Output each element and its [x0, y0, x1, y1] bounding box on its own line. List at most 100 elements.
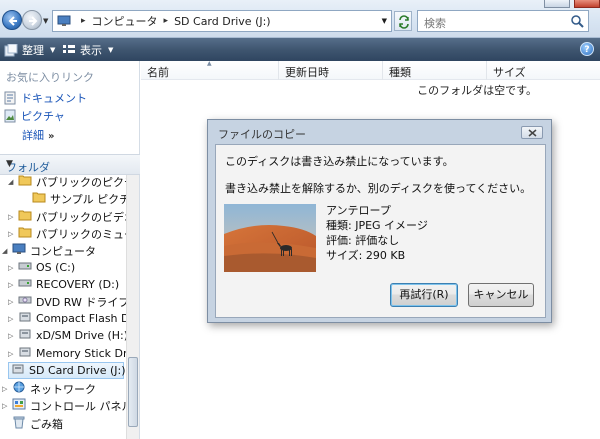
tree-item[interactable]: ▷ Memory Stick Drive: [8, 345, 126, 362]
favorites-more-label: 詳細: [22, 129, 44, 142]
recent-pages-chevron-icon[interactable]: ▼: [43, 17, 48, 25]
favorite-label: ピクチャ: [21, 110, 65, 123]
breadcrumb-sd-card[interactable]: SD Card Drive (J:): [174, 15, 271, 28]
forward-button[interactable]: [22, 10, 42, 30]
file-size: サイズ: 290 KB: [326, 249, 406, 262]
tree-collapsed-icon[interactable]: ▷: [8, 350, 16, 358]
address-dropdown-icon[interactable]: ▼: [382, 17, 387, 25]
drive-icon: [18, 260, 32, 275]
refresh-button[interactable]: [394, 11, 412, 31]
tree-item[interactable]: ▷ xD/SM Drive (H:): [8, 327, 126, 344]
help-button[interactable]: ?: [580, 42, 594, 56]
tree-item[interactable]: ▷ パブリックのミュージック: [8, 225, 126, 242]
tree-item-label: コンピュータ: [30, 244, 96, 258]
tree-collapsed-icon[interactable]: ▷: [8, 264, 16, 272]
maximize-button[interactable]: [544, 0, 570, 8]
file-details: アンテロープ 種類: JPEG イメージ 評価: 評価なし サイズ: 290 K…: [326, 203, 428, 263]
tree-item[interactable]: ▷ ネットワーク: [2, 380, 96, 397]
tree-item-label: Memory Stick Drive: [36, 347, 126, 360]
address-input[interactable]: ▸ コンピュータ ▸ SD Card Drive (J:) ▼: [52, 10, 392, 32]
tree-item-label: パブリックのミュージック: [36, 227, 126, 241]
column-header-size[interactable]: サイズ: [487, 61, 600, 80]
pictures-icon: [4, 109, 16, 123]
empty-folder-message: このフォルダは空です。: [417, 84, 537, 97]
tree-item[interactable]: SD Card Drive (J:): [8, 362, 126, 379]
copy-file-dialog: ファイルのコピー このディスクは書き込み禁止になっています。 書き込み禁止を解除…: [207, 119, 552, 323]
removable-drive-icon: [11, 363, 25, 378]
tree-item[interactable]: ◢ コンピュータ: [2, 242, 96, 259]
tree-expanded-icon[interactable]: ◢: [2, 247, 10, 255]
dvd-drive-icon: [18, 294, 32, 309]
folder-tree-scrollbar[interactable]: [126, 175, 139, 439]
navigation-pane: お気に入りリンク ドキュメント ピクチャ 詳細 » フォルダ ▼ ◢ パブリックのピ…: [0, 61, 140, 439]
tree-item[interactable]: ▷ DVD RW ドライブ (E:): [8, 293, 126, 310]
write-protect-message: このディスクは書き込み禁止になっています。: [225, 155, 454, 168]
refresh-icon: [399, 15, 409, 29]
breadcrumb-separator-icon: ▸: [163, 16, 169, 26]
organize-label: 整理: [22, 44, 44, 57]
tree-item[interactable]: ▷ パブリックのビデオ: [8, 208, 126, 225]
tree-item-label: コントロール パネル: [30, 399, 126, 413]
search-input[interactable]: 検索: [417, 10, 589, 32]
folders-header[interactable]: フォルダ ▼: [0, 154, 140, 175]
views-button[interactable]: 表示 ▼: [62, 42, 113, 58]
file-thumbnail: [224, 204, 316, 272]
tree-collapsed-icon[interactable]: ▷: [8, 315, 16, 323]
command-bar: 整理 ▼ 表示 ▼ ?: [0, 38, 600, 61]
tree-collapsed-icon[interactable]: ▷: [8, 298, 16, 306]
dialog-close-button[interactable]: [521, 126, 543, 139]
chevron-down-icon: ▼: [50, 46, 56, 54]
cancel-button[interactable]: キャンセル: [468, 283, 534, 307]
scrollbar-thumb[interactable]: [128, 357, 138, 427]
antelope-photo-thumbnail: [224, 204, 316, 272]
column-header-type[interactable]: 種類: [383, 61, 487, 80]
tree-collapsed-icon[interactable]: ▷: [8, 281, 16, 289]
removable-drive-icon: [18, 328, 32, 343]
tree-collapsed-icon[interactable]: ▷: [8, 213, 16, 221]
favorite-link-documents[interactable]: ドキュメント: [4, 90, 87, 106]
forward-arrow-icon: [29, 16, 38, 26]
tree-expanded-icon[interactable]: ◢: [8, 178, 16, 186]
organize-button[interactable]: 整理 ▼: [4, 42, 55, 58]
tree-collapsed-icon[interactable]: ▷: [8, 332, 16, 340]
removable-drive-icon: [18, 311, 32, 326]
tree-item[interactable]: ▷ コントロール パネル: [2, 397, 126, 414]
tree-collapsed-icon[interactable]: ▷: [8, 230, 16, 238]
favorite-link-pictures[interactable]: ピクチャ: [4, 108, 65, 124]
breadcrumb-computer[interactable]: コンピュータ: [92, 13, 158, 29]
column-header-name[interactable]: 名前 ▲: [141, 60, 279, 80]
tree-item[interactable]: ごみ箱: [2, 415, 63, 432]
tree-item-label: RECOVERY (D:): [36, 278, 120, 291]
tree-item-label: Compact Flash Drive: [36, 312, 126, 325]
computer-icon: [57, 15, 71, 26]
tree-collapsed-icon[interactable]: ▷: [2, 402, 10, 410]
folder-tree: ◢ パブリックのピクチャサンプル ピクチャ ▷ パブリックのビデオ ▷ パブリックのミュー…: [0, 175, 126, 439]
tree-item[interactable]: ◢ パブリックのピクチャ: [8, 175, 126, 190]
tree-collapsed-icon[interactable]: ▷: [2, 385, 10, 393]
tree-item-label: ごみ箱: [30, 417, 63, 431]
organize-icon: [4, 43, 18, 56]
tree-item[interactable]: ▷ Compact Flash Drive: [8, 310, 126, 327]
views-icon: [63, 45, 75, 53]
tree-item[interactable]: サンプル ピクチャ: [22, 190, 126, 207]
documents-icon: [4, 91, 16, 105]
control-panel-icon: [12, 398, 26, 413]
close-window-button[interactable]: [574, 0, 600, 8]
tree-item-label: サンプル ピクチャ: [50, 192, 126, 206]
sort-ascending-icon: ▲: [207, 60, 212, 67]
back-button[interactable]: [2, 10, 22, 30]
search-placeholder: 検索: [424, 17, 446, 30]
search-icon[interactable]: [570, 14, 584, 28]
favorites-title: お気に入りリンク: [6, 71, 94, 84]
favorites-more-link[interactable]: 詳細 »: [22, 127, 54, 143]
tree-item[interactable]: ▷ RECOVERY (D:): [8, 276, 119, 293]
tree-item-label: パブリックのピクチャ: [36, 175, 126, 189]
column-header-date[interactable]: 更新日時: [279, 61, 383, 80]
back-arrow-icon: [8, 16, 17, 26]
tree-item-label: パブリックのビデオ: [36, 210, 126, 224]
tree-item-label: ネットワーク: [30, 382, 96, 396]
retry-button[interactable]: 再試行(R): [390, 283, 458, 307]
tree-item[interactable]: ▷ OS (C:): [8, 259, 75, 276]
address-bar-area: ▼ ▸ コンピュータ ▸ SD Card Drive (J:) ▼ 検索: [0, 0, 600, 38]
tree-item-label: SD Card Drive (J:): [29, 364, 126, 377]
